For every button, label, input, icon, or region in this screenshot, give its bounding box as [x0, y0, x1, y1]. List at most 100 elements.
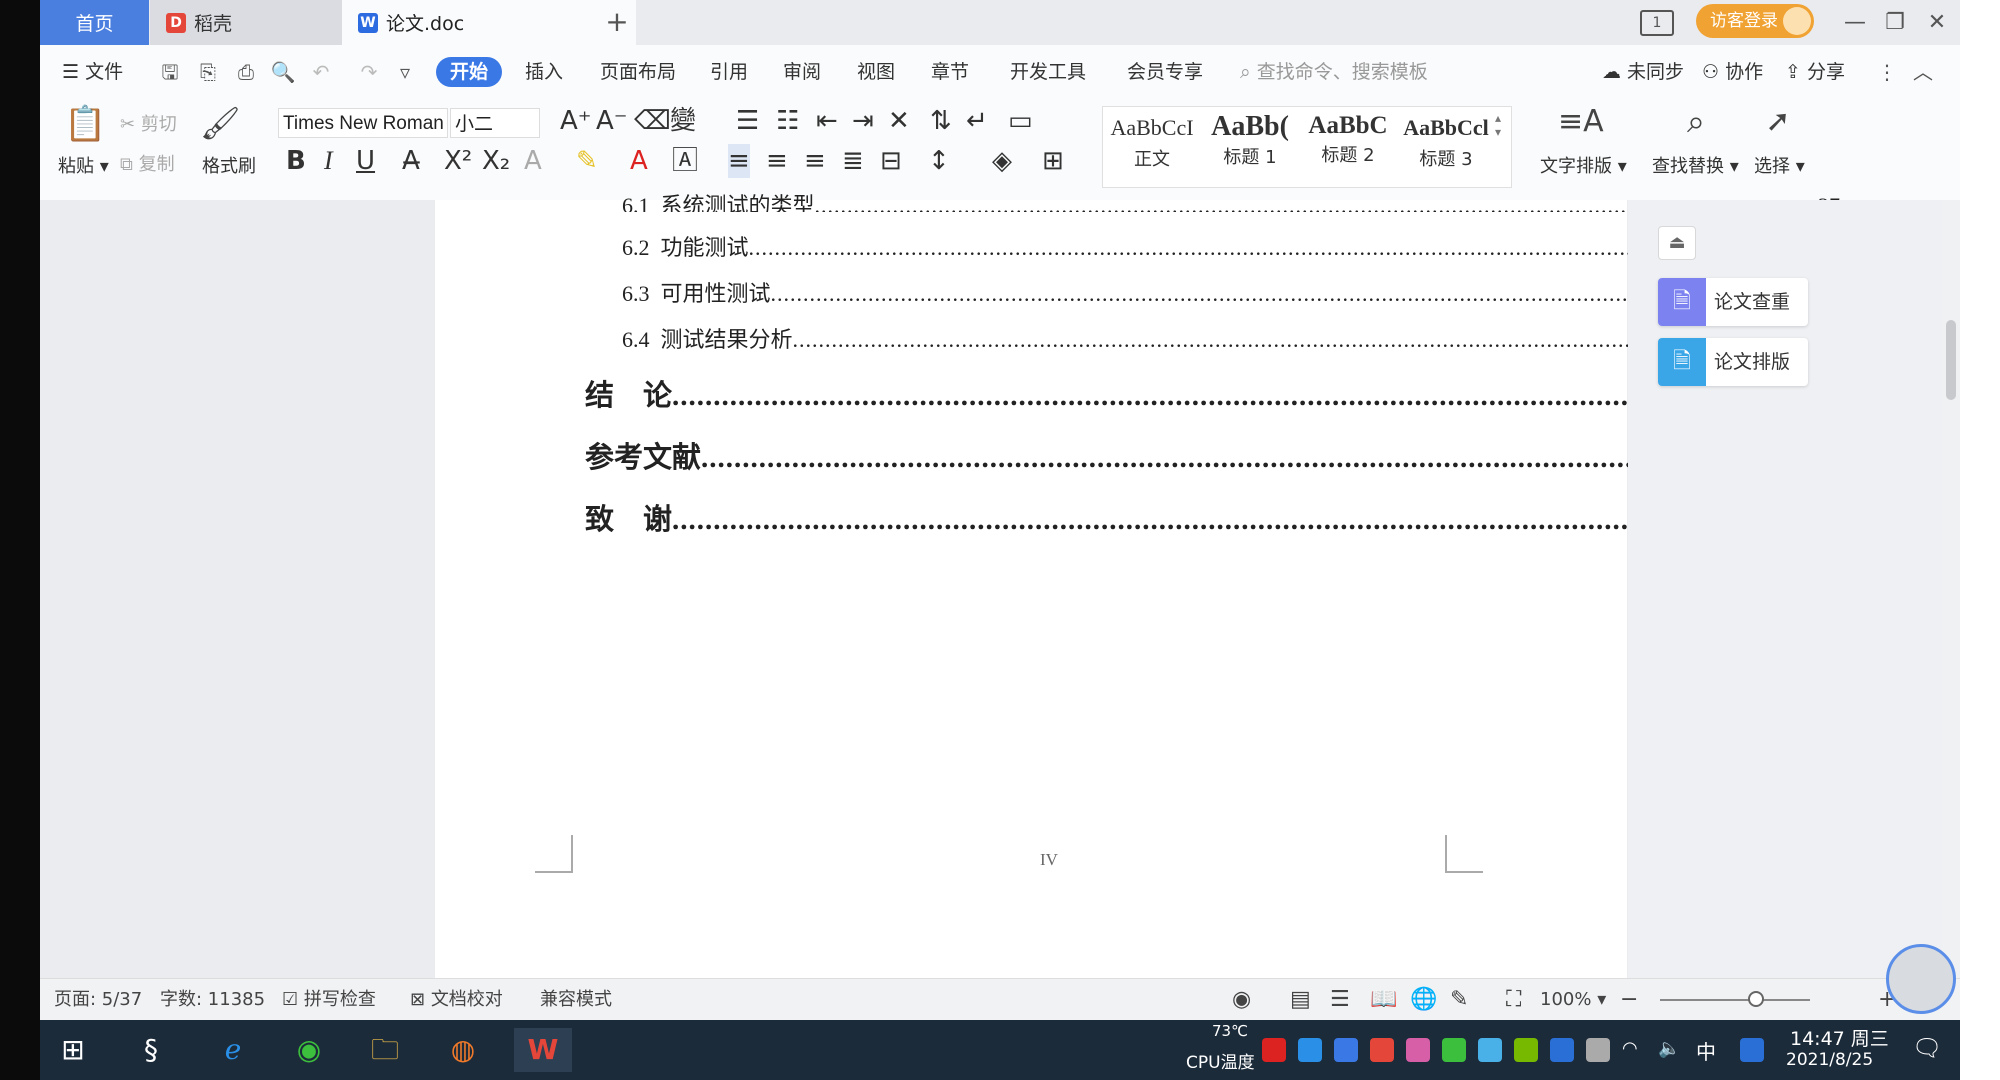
- collapse-ribbon-icon[interactable]: ︿: [1910, 59, 1936, 85]
- chinese-layout-icon[interactable]: ✕: [888, 104, 910, 138]
- app-mask-icon[interactable]: ◍: [440, 1028, 486, 1072]
- spell-check-button[interactable]: ☑ 拼写检查: [282, 979, 376, 1021]
- more-options-icon[interactable]: ⋮: [1874, 59, 1900, 85]
- text-effect-icon[interactable]: A: [524, 144, 542, 178]
- clock-date[interactable]: 2021/8/25: [1786, 1050, 1873, 1070]
- align-left-icon[interactable]: ≡: [728, 144, 750, 178]
- tray-app-icon[interactable]: [1262, 1038, 1286, 1062]
- browser-green-icon[interactable]: ◉: [286, 1028, 332, 1072]
- line-spacing-icon[interactable]: ↕: [928, 144, 950, 178]
- word-count[interactable]: 字数: 11385: [160, 979, 265, 1021]
- show-marks-icon[interactable]: ↵: [966, 104, 988, 138]
- char-border-icon[interactable]: 🄰: [672, 144, 698, 178]
- reading-view-icon[interactable]: 📖: [1370, 979, 1397, 1021]
- file-explorer-icon[interactable]: 🗀: [362, 1028, 408, 1072]
- eye-protection-icon[interactable]: ◉: [1232, 979, 1251, 1021]
- bullet-list-icon[interactable]: ☰: [736, 104, 759, 138]
- paste-button[interactable]: 粘贴 ▾: [58, 152, 109, 178]
- tray-battery-icon[interactable]: [1586, 1038, 1610, 1062]
- text-layout-icon[interactable]: ≡A: [1558, 104, 1604, 139]
- paste-icon[interactable]: 📋: [64, 104, 106, 144]
- zoom-out-button[interactable]: −: [1620, 979, 1638, 1021]
- new-tab-button[interactable]: +: [600, 5, 634, 39]
- select-button[interactable]: 选择 ▾: [1754, 152, 1805, 178]
- paper-layout-button[interactable]: 🗎 论文排版: [1658, 338, 1808, 386]
- sort-icon[interactable]: ⇅: [930, 104, 952, 138]
- decrease-indent-icon[interactable]: ⇤: [816, 104, 838, 138]
- clock-time[interactable]: 14:47 周三: [1790, 1024, 1889, 1051]
- tray-app-icon[interactable]: [1298, 1038, 1322, 1062]
- copy-button[interactable]: ⧉ 复制: [120, 150, 175, 176]
- collapse-panel-icon[interactable]: ⏏: [1658, 226, 1696, 260]
- menu-chapter[interactable]: 章节: [931, 57, 969, 87]
- style-normal[interactable]: AaBbCcI 正文: [1103, 107, 1201, 185]
- tray-shield-icon[interactable]: [1334, 1038, 1358, 1062]
- menu-view[interactable]: 视图: [857, 57, 895, 87]
- tray-bluetooth-icon[interactable]: [1550, 1038, 1574, 1062]
- highlight-icon[interactable]: ✎: [576, 144, 598, 178]
- paper-check-button[interactable]: 🗎 论文查重: [1658, 278, 1808, 326]
- share-button[interactable]: ⇪ 分享: [1785, 57, 1845, 87]
- restore-button[interactable]: ❐: [1880, 8, 1910, 38]
- tray-nvidia-icon[interactable]: [1514, 1038, 1538, 1062]
- print-preview-icon[interactable]: 🔍: [270, 59, 296, 85]
- tray-app-icon[interactable]: [1478, 1038, 1502, 1062]
- windows-start-icon[interactable]: ⊞: [50, 1028, 96, 1072]
- find-icon[interactable]: ⌕: [1676, 102, 1716, 141]
- save-icon[interactable]: 🖫: [157, 59, 183, 85]
- customize-toolbar-icon[interactable]: ▿: [392, 59, 418, 85]
- font-color-icon[interactable]: A: [630, 144, 648, 178]
- write-mode-icon[interactable]: ✎: [1450, 979, 1468, 1021]
- document-page[interactable]: 6.1 系统测试的类型 ............................…: [435, 193, 1840, 978]
- redo-icon[interactable]: ↷: [356, 59, 382, 85]
- ruler-icon[interactable]: ▭: [1008, 104, 1033, 138]
- wifi-icon[interactable]: ◠: [1622, 1038, 1646, 1062]
- tab-home[interactable]: 首页: [40, 0, 149, 45]
- collaborate-button[interactable]: ⚇ 协作: [1702, 57, 1763, 87]
- fit-page-icon[interactable]: ⛶: [1506, 979, 1521, 1021]
- tab-document[interactable]: W 论文.doc: [342, 0, 636, 45]
- notification-icon[interactable]: 🗨: [1912, 1034, 1942, 1062]
- web-view-icon[interactable]: 🌐: [1410, 979, 1437, 1021]
- app-s-icon[interactable]: §: [128, 1028, 174, 1072]
- numbered-list-icon[interactable]: ☷: [776, 104, 799, 138]
- menu-references[interactable]: 引用: [710, 57, 748, 87]
- bold-icon[interactable]: B: [286, 144, 306, 178]
- align-center-icon[interactable]: ≡: [766, 144, 788, 178]
- format-painter-button[interactable]: 格式刷: [202, 152, 256, 178]
- volume-icon[interactable]: 🔈: [1658, 1038, 1682, 1062]
- zoom-slider-knob[interactable]: [1748, 991, 1764, 1007]
- style-heading-1[interactable]: AaBb( 标题 1: [1201, 107, 1299, 185]
- justify-icon[interactable]: ≣: [842, 144, 864, 178]
- distribute-icon[interactable]: ⊟: [880, 144, 902, 178]
- subscript-icon[interactable]: X₂: [482, 144, 510, 178]
- tray-qq-icon[interactable]: [1370, 1038, 1394, 1062]
- zoom-slider[interactable]: [1660, 999, 1810, 1001]
- minimize-button[interactable]: —: [1840, 8, 1870, 38]
- scrollbar-thumb[interactable]: [1946, 320, 1956, 400]
- menu-insert[interactable]: 插入: [525, 57, 563, 87]
- doc-proof-button[interactable]: ⊠ 文档校对: [410, 979, 503, 1021]
- clear-format-icon[interactable]: ⌫: [634, 104, 671, 138]
- styles-scroll-icon[interactable]: ▴ ▾: [1495, 111, 1501, 139]
- command-search[interactable]: ⌕ 查找命令、搜索模板: [1240, 57, 1428, 87]
- align-right-icon[interactable]: ≡: [804, 144, 826, 178]
- ime-indicator[interactable]: 中: [1696, 1036, 1716, 1065]
- menu-developer[interactable]: 开发工具: [1010, 57, 1086, 87]
- sync-status[interactable]: ☁ 未同步: [1602, 57, 1684, 87]
- font-name-select[interactable]: Times New Roman: [278, 108, 448, 138]
- shading-icon[interactable]: ◈: [992, 144, 1012, 178]
- tray-app-icon[interactable]: [1406, 1038, 1430, 1062]
- menu-review[interactable]: 审阅: [783, 57, 821, 87]
- vertical-scrollbar[interactable]: [1942, 200, 1960, 978]
- format-painter-icon[interactable]: 🖌: [200, 104, 241, 142]
- italic-icon[interactable]: I: [324, 144, 333, 178]
- shrink-font-icon[interactable]: A⁻: [596, 104, 628, 138]
- font-size-select[interactable]: 小二: [450, 108, 540, 138]
- print-icon[interactable]: ⎙: [233, 59, 259, 85]
- file-menu[interactable]: ☰ 文件: [62, 57, 123, 87]
- zoom-level[interactable]: 100% ▾: [1540, 979, 1606, 1021]
- undo-icon[interactable]: ↶: [308, 59, 334, 85]
- text-layout-button[interactable]: 文字排版 ▾: [1540, 152, 1627, 178]
- tray-app-icon[interactable]: [1740, 1038, 1764, 1062]
